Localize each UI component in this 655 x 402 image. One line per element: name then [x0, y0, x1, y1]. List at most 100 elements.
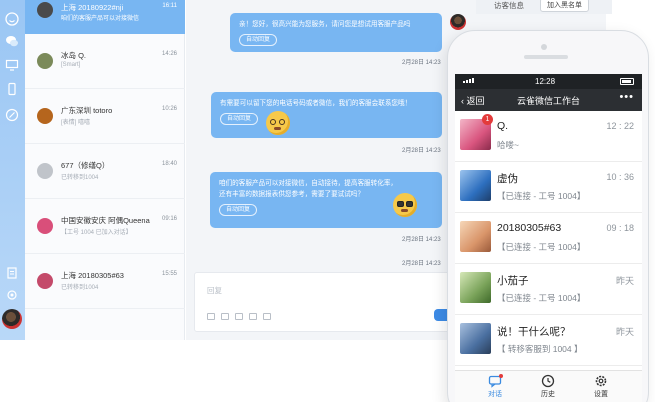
send-button[interactable]: [434, 309, 448, 321]
message-text: 亲！您好，很高兴能为您服务，请问您是想试用客服产品吗: [239, 21, 411, 28]
status-time: 12:28: [535, 77, 556, 86]
status-bar: 12:28: [455, 74, 642, 89]
conversation-name: 上海 20180922#nji: [61, 3, 124, 12]
conversation-name: 677（修缮Q）: [61, 161, 110, 170]
chat-row[interactable]: 虚伪 【已连接 - 工号 1004】 10 : 36: [455, 162, 642, 213]
conversation-preview: [Smart]: [61, 62, 81, 68]
history-icon: [541, 374, 555, 388]
chat-status: 哈喽~: [497, 140, 519, 150]
agent-avatar: [450, 14, 466, 30]
tab-label: 历史: [541, 391, 555, 398]
chat-time: 昨天: [615, 327, 634, 337]
chat-name: Q.: [497, 120, 509, 132]
chat-row[interactable]: 说！干什么呢？ 【 转移客服到 1004 】 昨天: [455, 315, 642, 366]
chat-name: 小茄子: [497, 275, 529, 287]
chat-time: 09 : 18: [606, 223, 634, 233]
tab-bar: 对话 历史 设置: [455, 370, 642, 402]
conversation-item[interactable]: 中国安徽安庆 阿偶Queena 【工号 1004 已加入对话】 09:16: [25, 199, 185, 254]
message-time: 2月28日 14:23: [402, 237, 441, 243]
composer-placeholder: 回复: [207, 286, 222, 295]
phone-speaker: [524, 55, 568, 59]
glasses-emoji-icon: [393, 193, 417, 217]
add-blacklist-button[interactable]: 加入黑名单: [540, 0, 589, 12]
conversation-item[interactable]: 677（修缮Q） 已转移到1004 18:40: [25, 144, 185, 199]
auto-reply-tag: 自动回复: [220, 113, 259, 125]
conversation-time: 15:55: [161, 271, 177, 277]
avatar: [37, 2, 53, 18]
battery-icon: [620, 78, 634, 85]
chat-status: 【已连接 - 工号 1004】: [497, 242, 586, 252]
chat-name: 说！干什么呢？: [497, 326, 571, 338]
tab-label: 对话: [488, 391, 502, 398]
chat-name: 虚伪: [497, 173, 518, 185]
smile-emoji-icon: [266, 111, 290, 135]
conversation-name: 广东深圳 totoro: [61, 106, 113, 115]
conversation-time: 16:11: [162, 3, 177, 9]
more-menu-icon[interactable]: •••: [619, 91, 634, 103]
conversation-preview: 【工号 1004 已加入对话】: [61, 230, 132, 236]
conversation-preview: 已转移到1004: [61, 175, 99, 181]
avatar: [37, 108, 53, 124]
tab-unread-dot: [499, 374, 503, 378]
message-time: 2月28日 14:23: [402, 148, 441, 154]
user-avatar[interactable]: [2, 309, 22, 329]
last-message-time: 2月28日 14:23: [402, 261, 441, 267]
signal-icon: [463, 78, 474, 83]
conversation-time: 09:16: [161, 216, 177, 222]
avatar: [37, 273, 53, 289]
conversation-list: 上海 20180922#nji 咱们的客服产品可以对接微信 16:11 冰岛 Q…: [25, 0, 185, 340]
document-icon[interactable]: [5, 266, 19, 280]
attach-tool-icon[interactable]: [235, 313, 243, 320]
mobile-icon[interactable]: [5, 82, 19, 96]
gear-icon[interactable]: [5, 288, 19, 302]
wechat-icon[interactable]: [5, 34, 19, 48]
left-rail: [0, 0, 25, 340]
conversation-name: 中国安徽安庆 阿偶Queena: [61, 216, 150, 225]
tab-settings[interactable]: 设置: [581, 374, 621, 399]
auto-reply-tag: 自动回复: [219, 204, 258, 216]
avatar: [460, 170, 491, 201]
message-bubble: 亲！您好，很高兴能为您服务，请问您是想试用客服产品吗 自动回复: [230, 13, 442, 52]
conversation-preview: 咱们的客服产品可以对接微信: [61, 16, 140, 22]
avatar: [37, 218, 53, 234]
message-text: 咱们的客服产品可以对接微信，自动接待，提高客服转化率，还有丰富的数据报表供您参考…: [219, 180, 398, 198]
tab-history[interactable]: 历史: [528, 374, 568, 399]
emoji-tool-icon[interactable]: [207, 313, 215, 320]
avatar: [460, 272, 491, 303]
chat-row[interactable]: 20180305#63 【已连接 - 工号 1004】 09 : 18: [455, 213, 642, 264]
tab-label: 设置: [594, 391, 608, 398]
visitor-info-tab[interactable]: 访客信息: [494, 0, 524, 11]
avatar: [460, 221, 491, 252]
chat-status: 【已连接 - 工号 1004】: [497, 293, 586, 303]
tab-chat[interactable]: 对话: [475, 374, 515, 399]
more-tool-icon[interactable]: [263, 313, 271, 320]
conversation-item[interactable]: 广东深圳 totoro [表情] 嘻嘻 10:26: [25, 89, 185, 144]
conversation-item[interactable]: 上海 20180305#63 已转移到1004 15:55: [25, 254, 185, 309]
conversation-name: 上海 20180305#63: [61, 271, 124, 280]
chat-name: 20180305#63: [497, 222, 562, 234]
conversation-item[interactable]: 冰岛 Q. [Smart] 14:26: [25, 34, 185, 89]
avatar: [37, 163, 53, 179]
compass-icon[interactable]: [5, 108, 19, 122]
unread-badge: 1: [482, 114, 493, 125]
conversation-preview: 已转移到1004: [61, 285, 99, 291]
auto-reply-tag: 自动回复: [239, 34, 278, 46]
chat-time: 12 : 22: [606, 121, 634, 131]
chat-row[interactable]: 1 Q. 哈喽~ 12 : 22: [455, 111, 642, 162]
message-time: 2月28日 14:23: [402, 60, 441, 66]
conversation-time: 18:40: [161, 161, 177, 167]
smile-icon[interactable]: [5, 12, 19, 26]
conversation-item[interactable]: 上海 20180922#nji 咱们的客服产品可以对接微信 16:11: [25, 0, 185, 34]
monitor-icon[interactable]: [5, 58, 19, 72]
image-tool-icon[interactable]: [221, 313, 229, 320]
page-title: 云雀微信工作台: [516, 96, 580, 106]
message-bubble: 有需要可以留下您的电话号码或者微信，我们的客服会联系您哦！ 自动回复: [211, 92, 442, 138]
voice-tool-icon[interactable]: [249, 313, 257, 320]
message-composer[interactable]: 回复: [194, 272, 454, 332]
conversation-time: 14:26: [161, 51, 177, 57]
composer-toolbar: [207, 313, 271, 320]
avatar: [460, 323, 491, 354]
phone-screen: 12:28 ‹ 返回 云雀微信工作台 ••• 1 Q. 哈喽~ 12 : 22 …: [455, 74, 642, 402]
chat-row[interactable]: 小茄子 【已连接 - 工号 1004】 昨天: [455, 264, 642, 315]
phone-camera: [541, 44, 547, 50]
